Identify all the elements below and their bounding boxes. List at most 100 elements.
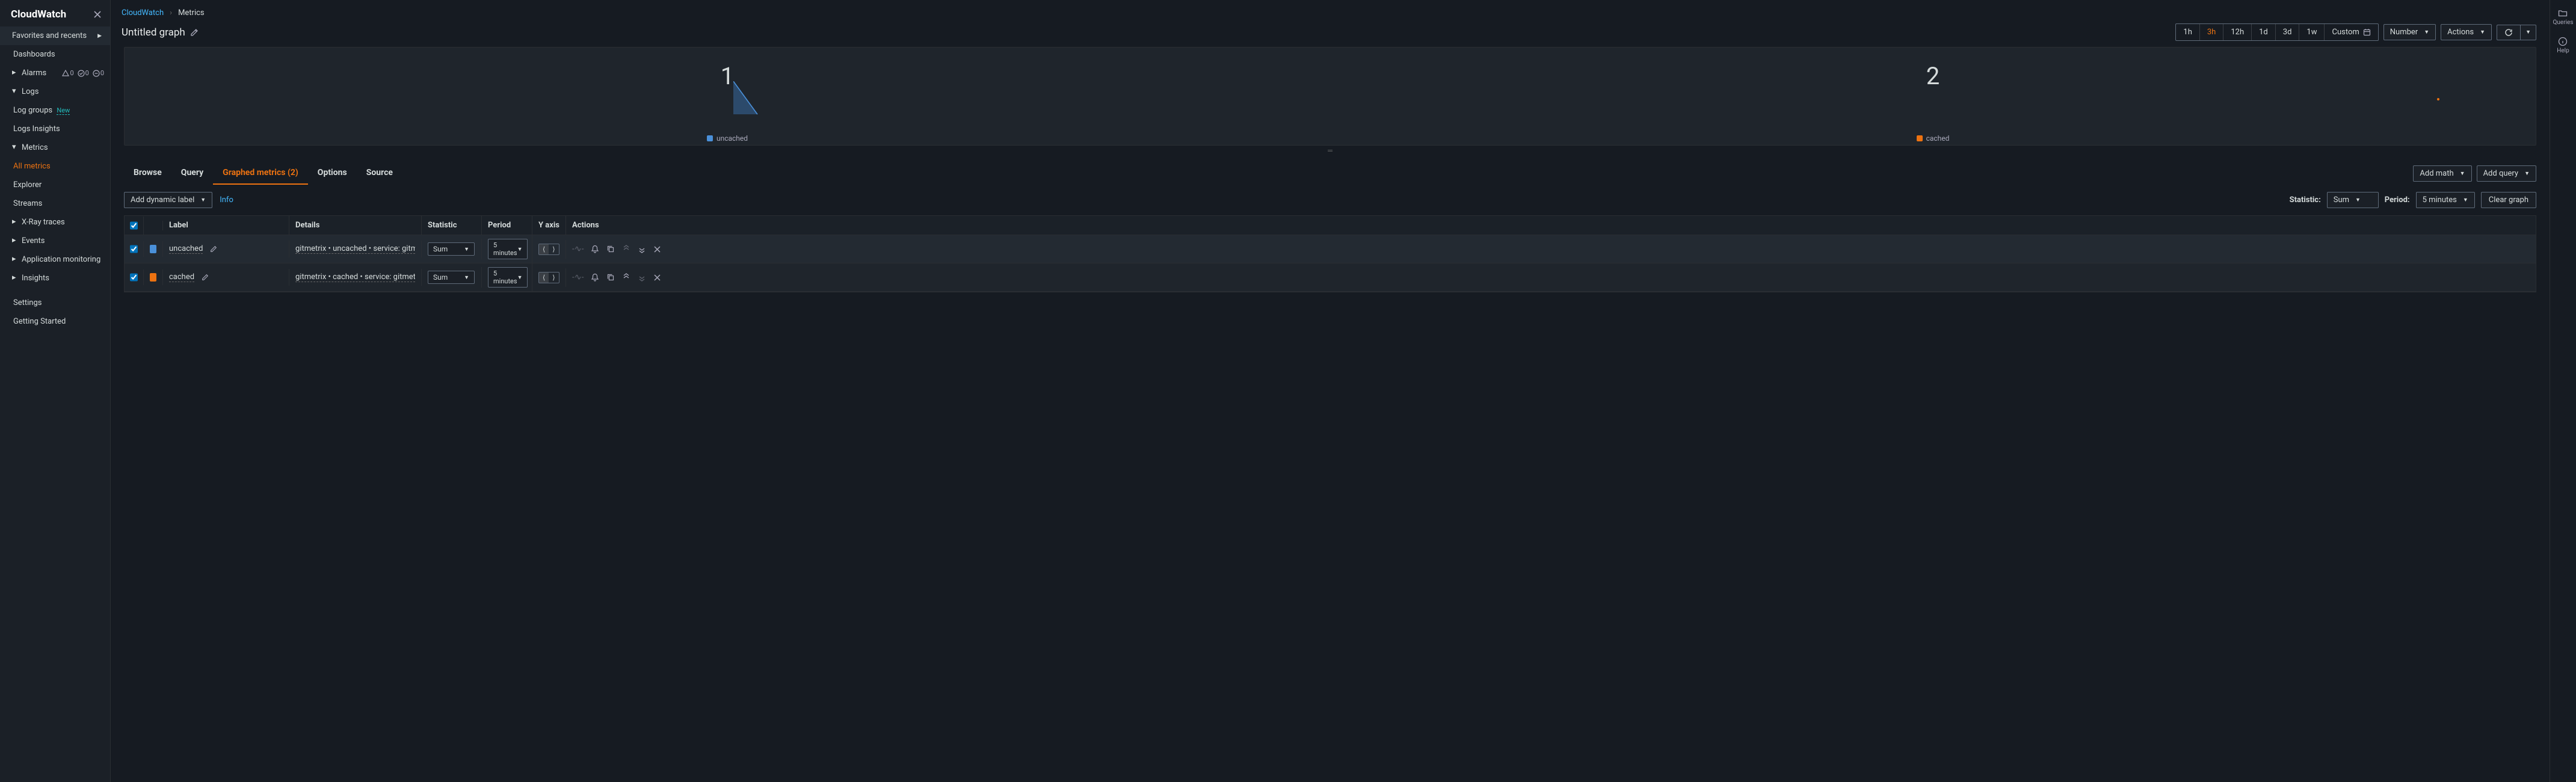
color-swatch[interactable] — [150, 273, 156, 282]
clear-graph-button[interactable]: Clear graph — [2481, 192, 2536, 208]
bell-icon[interactable] — [591, 245, 599, 253]
tab-graphed-metrics[interactable]: Graphed metrics (2) — [213, 162, 308, 185]
add-dynamic-label-dropdown[interactable]: Add dynamic label▼ — [124, 192, 212, 208]
tab-source[interactable]: Source — [357, 162, 402, 185]
color-swatch[interactable] — [150, 245, 156, 253]
bell-icon[interactable] — [591, 273, 599, 282]
sidebar-favorites[interactable]: Favorites and recents ▶ — [0, 26, 110, 45]
move-down-icon[interactable] — [638, 273, 646, 282]
range-1h[interactable]: 1h — [2176, 24, 2199, 40]
sidebar-explorer[interactable]: Explorer — [0, 176, 110, 194]
yaxis-toggle[interactable]: ⟨⟩ — [538, 244, 559, 255]
move-up-icon[interactable] — [622, 273, 630, 282]
sidebar-getting-started[interactable]: Getting Started — [0, 312, 110, 331]
sidebar-metrics[interactable]: ▾Metrics — [0, 138, 110, 157]
actions-dropdown[interactable]: Actions▼ — [2441, 24, 2492, 40]
range-3d[interactable]: 3d — [2276, 24, 2300, 40]
row-statistic-dropdown[interactable]: Sum▼ — [428, 271, 475, 284]
queries-button[interactable]: Queries — [2553, 8, 2574, 26]
sidebar-logs[interactable]: ▾Logs — [0, 82, 110, 101]
sidebar-insights[interactable]: ▸Insights — [0, 269, 110, 288]
data-point-icon — [2437, 98, 2439, 100]
right-rail: Queries Help — [2550, 0, 2576, 782]
tab-query[interactable]: Query — [171, 162, 213, 185]
statistic-label: Statistic: — [2290, 196, 2321, 205]
page-title: Untitled graph — [122, 26, 185, 38]
sidebar-log-groups[interactable]: Log groups New — [0, 101, 110, 120]
sidebar-streams[interactable]: Streams — [0, 194, 110, 213]
pulse-icon[interactable]: -∿- — [572, 272, 584, 282]
range-12h[interactable]: 12h — [2223, 24, 2252, 40]
edit-icon[interactable] — [210, 245, 217, 253]
refresh-button[interactable] — [2497, 25, 2521, 40]
info-icon — [2558, 37, 2568, 46]
range-3h[interactable]: 3h — [2200, 24, 2223, 40]
remove-icon[interactable] — [653, 245, 661, 253]
row-checkbox[interactable] — [130, 273, 138, 282]
row-checkbox[interactable] — [130, 245, 138, 253]
caret-right-icon: ▸ — [12, 254, 18, 263]
graph-area: 1 2 uncached cached — [124, 47, 2536, 146]
move-down-icon[interactable] — [638, 245, 646, 253]
add-math-dropdown[interactable]: Add math▼ — [2413, 165, 2471, 182]
row-period-dropdown[interactable]: 5 minutes▼ — [488, 239, 528, 259]
legend-1: uncached — [125, 132, 1330, 145]
metric-details[interactable]: gitmetrix • cached • service: gitmetrix … — [295, 272, 415, 282]
sidebar-settings[interactable]: Settings — [0, 294, 110, 312]
caret-down-icon: ▾ — [12, 87, 18, 96]
period-dropdown[interactable]: 5 minutes▼ — [2416, 192, 2475, 208]
legend-2: cached — [1330, 132, 2536, 145]
folder-icon — [2558, 8, 2568, 18]
refresh-menu[interactable]: ▼ — [2521, 25, 2536, 40]
col-details: Details — [289, 216, 422, 235]
pulse-icon[interactable]: -∿- — [572, 244, 584, 254]
resize-handle[interactable]: ═ — [111, 146, 2550, 156]
metric-panel-1: 1 — [125, 48, 1330, 132]
remove-icon[interactable] — [653, 274, 661, 282]
sidebar-xray[interactable]: ▸X-Ray traces — [0, 213, 110, 232]
sidebar-dashboards[interactable]: Dashboards — [0, 45, 110, 64]
help-button[interactable]: Help — [2557, 37, 2569, 54]
range-1w[interactable]: 1w — [2299, 24, 2325, 40]
select-all-checkbox[interactable] — [130, 221, 138, 230]
metric-label[interactable]: cached — [169, 272, 194, 282]
edit-icon[interactable] — [190, 28, 199, 37]
sparkline-icon — [733, 81, 763, 117]
statistic-dropdown[interactable]: Sum▼ — [2327, 192, 2379, 208]
move-up-icon[interactable] — [622, 245, 630, 253]
caret-right-icon: ▶ — [97, 33, 102, 39]
row-statistic-dropdown[interactable]: Sum▼ — [428, 242, 475, 256]
table-header: Label Details Statistic Period Y axis Ac… — [125, 216, 2536, 235]
breadcrumb-root[interactable]: CloudWatch — [122, 8, 164, 17]
breadcrumb: CloudWatch › Metrics — [111, 0, 2550, 21]
copy-icon[interactable] — [606, 245, 615, 253]
metric-panel-2: 2 — [1330, 48, 2536, 132]
range-custom[interactable]: Custom — [2325, 24, 2377, 40]
range-1d[interactable]: 1d — [2252, 24, 2276, 40]
sidebar: CloudWatch Favorites and recents ▶ Dashb… — [0, 0, 111, 782]
metrics-table: Label Details Statistic Period Y axis Ac… — [124, 215, 2536, 292]
metric-details[interactable]: gitmetrix • uncached • service: gitmetri… — [295, 244, 415, 254]
sidebar-app-monitoring[interactable]: ▸Application monitoring — [0, 250, 110, 269]
sidebar-all-metrics[interactable]: All metrics — [0, 157, 110, 176]
info-link[interactable]: Info — [220, 196, 233, 205]
caret-down-icon: ▼ — [2463, 197, 2468, 203]
calendar-icon — [2363, 28, 2371, 36]
close-icon[interactable] — [93, 10, 102, 19]
sidebar-logs-insights[interactable]: Logs Insights — [0, 120, 110, 138]
copy-icon[interactable] — [606, 273, 615, 282]
visualization-dropdown[interactable]: Number▼ — [2383, 24, 2436, 40]
row-period-dropdown[interactable]: 5 minutes▼ — [488, 267, 528, 288]
add-query-dropdown[interactable]: Add query▼ — [2477, 165, 2536, 182]
col-period: Period — [482, 216, 532, 235]
edit-icon[interactable] — [202, 274, 209, 281]
alarm-counts: 0 0 0 — [62, 69, 104, 77]
tab-browse[interactable]: Browse — [124, 162, 171, 185]
yaxis-toggle[interactable]: ⟨⟩ — [538, 272, 559, 283]
sidebar-events[interactable]: ▸Events — [0, 232, 110, 250]
metric-label[interactable]: uncached — [169, 244, 203, 254]
caret-down-icon: ▼ — [517, 246, 523, 253]
sidebar-alarms[interactable]: ▸Alarms 0 0 0 — [0, 64, 110, 82]
chevron-right-icon: › — [170, 8, 172, 17]
tab-options[interactable]: Options — [308, 162, 357, 185]
